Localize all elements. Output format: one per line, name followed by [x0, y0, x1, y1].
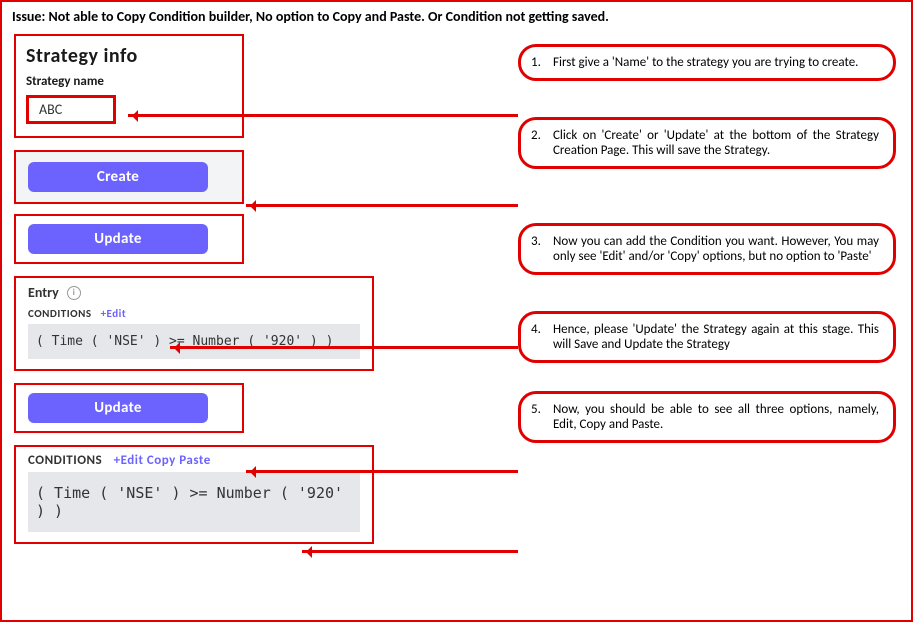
page-frame: Issue: Not able to Copy Condition builde… — [0, 0, 913, 622]
connector-5 — [302, 550, 518, 553]
conditions-final-label: CONDITIONS — [28, 453, 102, 468]
conditions-line: CONDITIONS +Edit — [28, 307, 360, 320]
instruction-bubble-3: 3. Now you can add the Condition you wan… — [518, 223, 896, 275]
inst-text-2: Click on 'Create' or 'Update' at the bot… — [553, 128, 879, 158]
edit-link[interactable]: +Edit — [101, 307, 127, 320]
condition-expression-2: ( Time ( 'NSE' ) >= Number ( '920' ) ) — [28, 472, 360, 532]
inst-num-2: 2. — [531, 128, 553, 158]
strategy-info-panel: Strategy info Strategy name ABC — [14, 34, 244, 138]
condition-expression-1: ( Time ( 'NSE' ) >= Number ( '920' ) ) — [28, 324, 360, 359]
left-column: Strategy info Strategy name ABC Create U… — [14, 34, 374, 544]
connector-3 — [170, 346, 518, 349]
instruction-bubble-4: 4. Hence, please 'Update' the Strategy a… — [518, 311, 896, 363]
instruction-bubble-1: 1. First give a 'Name' to the strategy y… — [518, 44, 896, 81]
inst-text-5: Now, you should be able to see all three… — [553, 402, 879, 432]
connector-1 — [128, 114, 518, 117]
connector-2 — [246, 204, 518, 207]
entry-header: Entry i — [28, 284, 360, 301]
conditions-final-panel: CONDITIONS +Edit Copy Paste ( Time ( 'NS… — [14, 445, 374, 544]
create-button-panel: Create — [14, 150, 244, 204]
inst-text-1: First give a 'Name' to the strategy you … — [553, 55, 879, 70]
right-column: 1. First give a 'Name' to the strategy y… — [518, 44, 898, 465]
strategy-info-heading: Strategy info — [26, 44, 232, 68]
entry-title: Entry — [28, 284, 59, 301]
inst-text-3: Now you can add the Condition you want. … — [553, 234, 879, 264]
inst-num-5: 5. — [531, 402, 553, 432]
inst-text-4: Hence, please 'Update' the Strategy agai… — [553, 322, 879, 352]
instruction-bubble-5: 5. Now, you should be able to see all th… — [518, 391, 896, 443]
create-button[interactable]: Create — [28, 162, 208, 192]
entry-panel: Entry i CONDITIONS +Edit ( Time ( 'NSE' … — [14, 276, 374, 371]
issue-title: Issue: Not able to Copy Condition builde… — [12, 8, 901, 25]
update-button-1[interactable]: Update — [28, 224, 208, 254]
strategy-name-input[interactable]: ABC — [26, 95, 116, 124]
update-button-panel-1: Update — [14, 214, 244, 264]
update-button-2[interactable]: Update — [28, 393, 208, 423]
strategy-name-label: Strategy name — [26, 74, 232, 89]
edit-copy-paste-links[interactable]: +Edit Copy Paste — [114, 453, 211, 468]
info-icon: i — [67, 286, 81, 300]
inst-num-1: 1. — [531, 55, 553, 70]
update-button-panel-2: Update — [14, 383, 244, 433]
instruction-bubble-2: 2. Click on 'Create' or 'Update' at the … — [518, 117, 896, 169]
inst-num-4: 4. — [531, 322, 553, 352]
conditions-label: CONDITIONS — [28, 307, 92, 320]
inst-num-3: 3. — [531, 234, 553, 264]
conditions-final-line: CONDITIONS +Edit Copy Paste — [28, 453, 360, 468]
connector-4 — [246, 470, 518, 473]
